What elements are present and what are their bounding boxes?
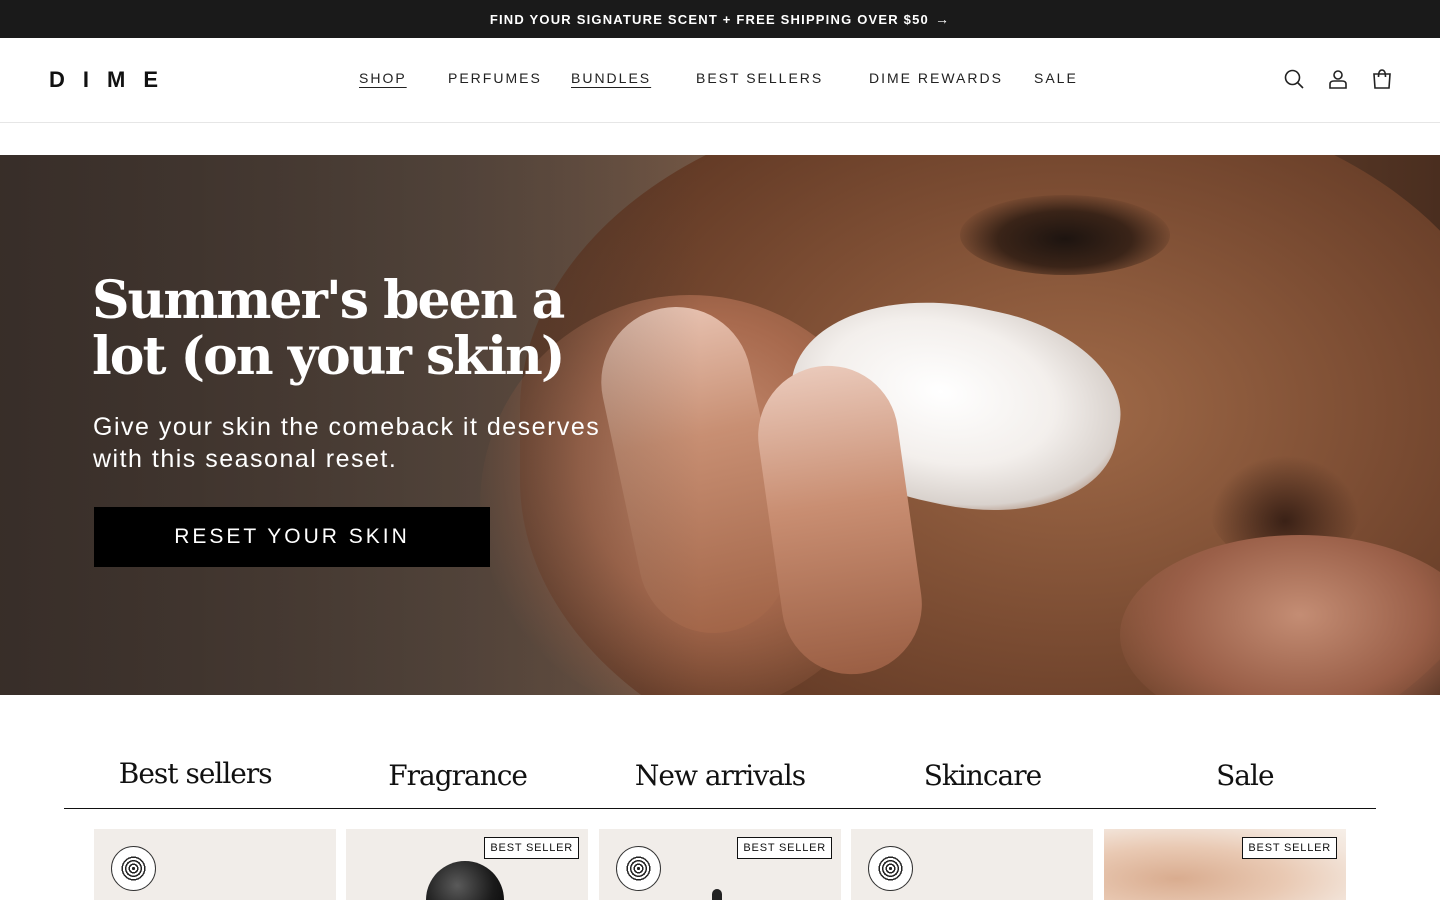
- hero-title: Summer's been a lot (on your skin): [92, 270, 565, 387]
- ewg-verified-icon: [868, 846, 913, 891]
- announcement-bar[interactable]: FIND YOUR SIGNATURE SCENT + FREE SHIPPIN…: [0, 0, 1440, 38]
- nav-item-dime-rewards[interactable]: DIME REWARDS: [869, 70, 1003, 86]
- tab-sale[interactable]: Sale: [1114, 755, 1376, 808]
- arrow-right-icon: →: [934, 11, 951, 27]
- product-card[interactable]: BEST SELLER: [1104, 829, 1346, 900]
- site-header: DIME SHOP PERFUMES BUNDLES BEST SELLERS …: [0, 38, 1440, 123]
- product-grid: BEST SELLER BEST SELLER BEST SELLER: [94, 829, 1354, 900]
- hero-subtitle: Give your skin the comeback it deserves …: [93, 413, 601, 473]
- product-dropper-image: [712, 889, 722, 900]
- category-tabs: Best sellers Fragrance New arrivals Skin…: [64, 755, 1376, 809]
- product-bottle-image: [426, 861, 504, 900]
- reset-your-skin-button[interactable]: RESET YOUR SKIN: [94, 507, 490, 567]
- nav-item-sale[interactable]: SALE: [1034, 70, 1078, 86]
- nav-item-perfumes[interactable]: PERFUMES: [448, 70, 542, 86]
- hero-banner: Summer's been a lot (on your skin) Give …: [0, 155, 1440, 695]
- product-card[interactable]: [851, 829, 1093, 900]
- product-card[interactable]: [94, 829, 336, 900]
- main-nav: SHOP PERFUMES BUNDLES BEST SELLERS DIME …: [0, 38, 1440, 123]
- best-seller-badge: BEST SELLER: [737, 837, 832, 859]
- best-seller-badge: BEST SELLER: [484, 837, 579, 859]
- nav-item-bundles[interactable]: BUNDLES: [571, 70, 651, 86]
- announcement-text: FIND YOUR SIGNATURE SCENT + FREE SHIPPIN…: [489, 11, 929, 27]
- nav-item-shop[interactable]: SHOP: [359, 70, 407, 86]
- best-seller-badge: BEST SELLER: [1242, 837, 1337, 859]
- cart-icon[interactable]: [1370, 67, 1394, 91]
- tab-new-arrivals[interactable]: New arrivals: [589, 755, 851, 808]
- search-icon[interactable]: [1282, 67, 1306, 91]
- tab-best-sellers[interactable]: Best sellers: [64, 755, 326, 808]
- ewg-verified-icon: [111, 846, 156, 891]
- account-icon[interactable]: [1326, 67, 1350, 91]
- tab-skincare[interactable]: Skincare: [851, 755, 1113, 808]
- hero-image-eye: [960, 195, 1170, 275]
- product-card[interactable]: BEST SELLER: [346, 829, 588, 900]
- nav-item-best-sellers[interactable]: BEST SELLERS: [696, 70, 823, 86]
- product-card[interactable]: BEST SELLER: [599, 829, 841, 900]
- header-icons: [1282, 67, 1394, 91]
- ewg-verified-icon: [616, 846, 661, 891]
- tab-fragrance[interactable]: Fragrance: [326, 755, 588, 808]
